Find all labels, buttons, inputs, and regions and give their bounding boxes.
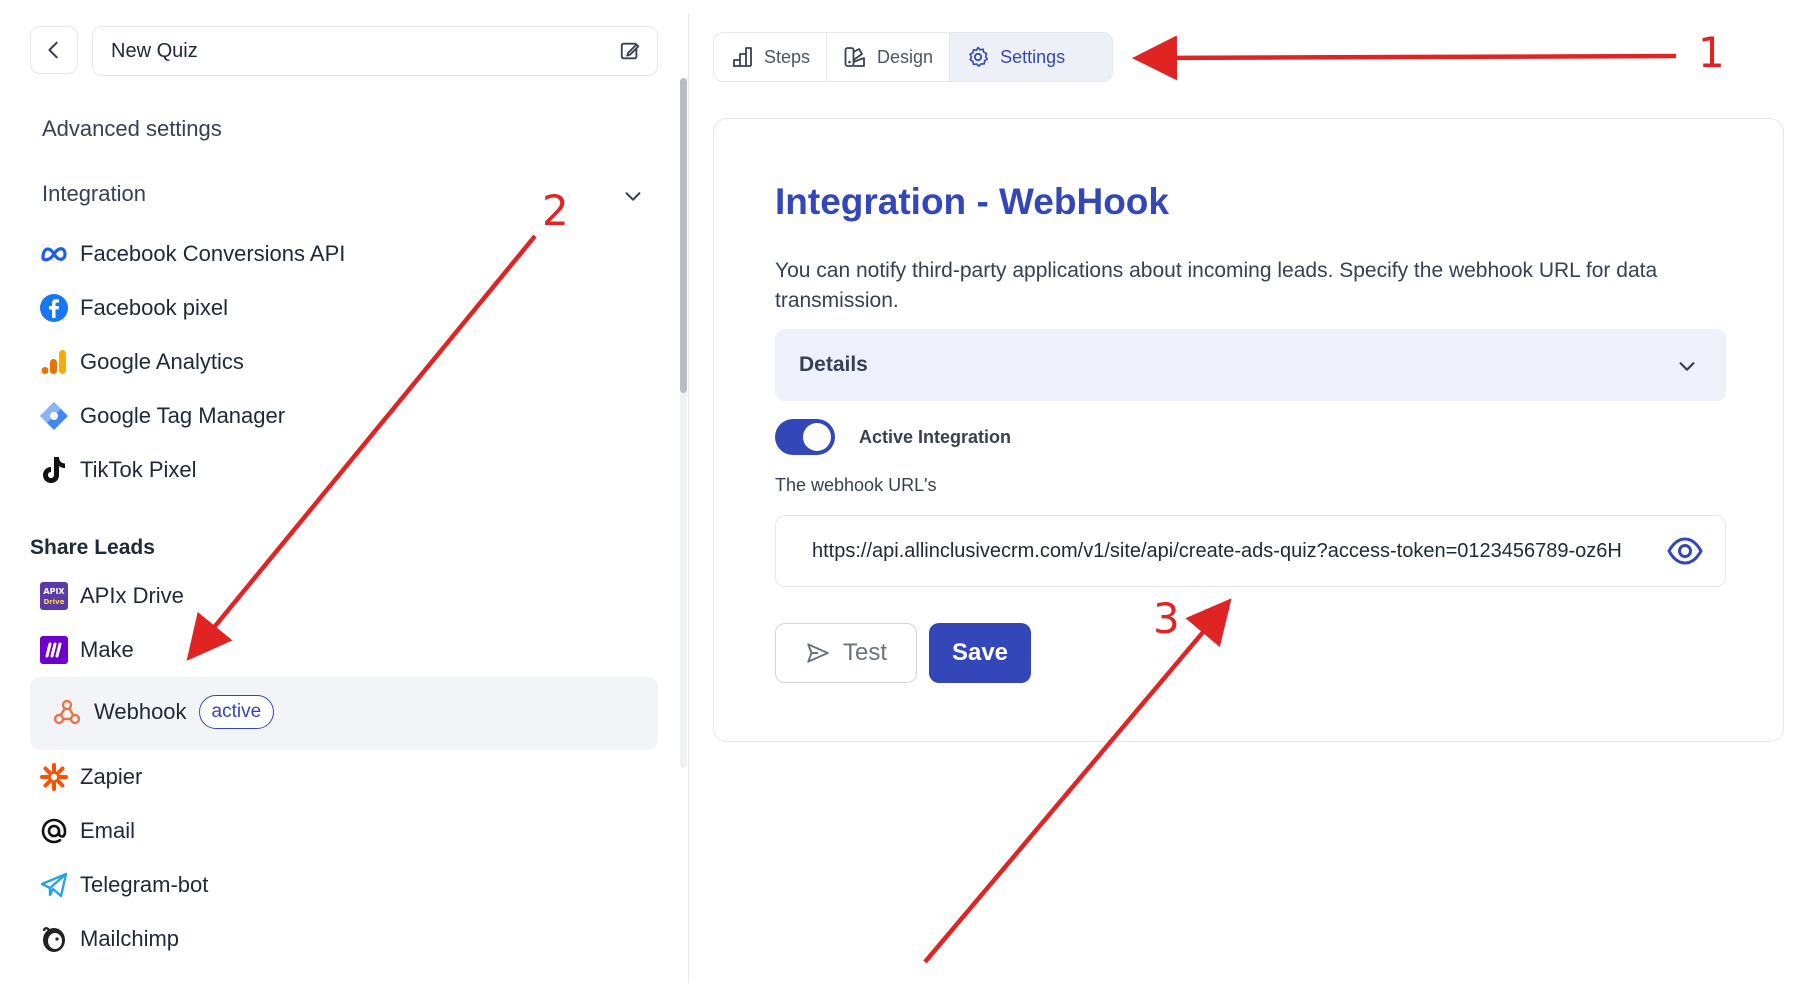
annotation-number-1: 1 — [1698, 28, 1725, 77]
page-title: Integration - WebHook — [775, 181, 1169, 222]
editor-tabs: Steps Design Settings — [713, 32, 1113, 82]
sidebar-item-label: Mailchimp — [80, 926, 180, 951]
eye-icon[interactable] — [1667, 536, 1703, 566]
sidebar-item-label: Zapier — [80, 764, 143, 789]
send-icon — [807, 643, 829, 663]
annotation-number-3: 3 — [1153, 594, 1180, 643]
sidebar-item-label: Facebook Conversions API — [80, 241, 346, 266]
tab-label: Steps — [764, 46, 811, 67]
page-description: You can notify third-party applications … — [775, 259, 1658, 312]
quiz-name-text: New Quiz — [111, 39, 198, 62]
chevron-left-icon — [48, 41, 58, 59]
google-analytics-icon — [38, 346, 70, 378]
sidebar-item-label: TikTok Pixel — [80, 457, 197, 482]
sidebar-item-mailchimp[interactable]: Mailchimp — [38, 919, 179, 959]
save-button[interactable]: Save — [929, 623, 1031, 683]
test-button[interactable]: Test — [775, 623, 917, 683]
sidebar-item-telegram-bot[interactable]: Telegram-bot — [38, 865, 208, 905]
sidebar-item-webhook[interactable]: Webhook active — [30, 677, 658, 750]
advanced-settings-title: Advanced settings — [42, 116, 222, 141]
webhook-settings-card: Integration - WebHook You can notify thi… — [713, 118, 1784, 742]
chevron-down-icon — [1679, 362, 1695, 371]
active-integration-toggle[interactable] — [775, 419, 835, 455]
palette-icon — [844, 47, 865, 67]
sidebar-item-zapier[interactable]: Zapier — [38, 757, 142, 797]
tiktok-icon — [38, 454, 70, 486]
mailchimp-icon — [38, 923, 70, 955]
sidebar-item-facebook-conversions-api[interactable]: Facebook Conversions API — [38, 234, 345, 274]
at-icon — [38, 815, 70, 847]
scrollbar-thumb[interactable] — [680, 78, 687, 393]
sidebar-item-label: Facebook pixel — [80, 295, 228, 320]
sidebar-item-make[interactable]: Make — [38, 630, 134, 670]
google-tag-manager-icon — [38, 400, 70, 432]
sidebar-item-label: Telegram-bot — [80, 872, 209, 897]
sidebar-item-facebook-pixel[interactable]: Facebook pixel — [38, 288, 228, 328]
sidebar-item-apix-drive[interactable]: APIX Drive APIx Drive — [38, 576, 184, 616]
tab-label: Settings — [1000, 46, 1066, 67]
tab-steps[interactable]: Steps — [714, 33, 828, 81]
sidebar-item-label: Google Analytics — [80, 349, 244, 374]
apix-drive-icon: APIX Drive — [38, 580, 70, 612]
sidebar-item-google-analytics[interactable]: Google Analytics — [38, 342, 244, 382]
active-integration-label: Active Integration — [859, 427, 1012, 447]
sidebar-item-label: Make — [80, 637, 134, 662]
sidebar-item-label: APIx Drive — [80, 583, 184, 608]
panel-divider — [688, 14, 689, 983]
sidebar-item-label: Google Tag Manager — [80, 403, 286, 428]
save-button-label: Save — [951, 639, 1009, 666]
details-label: Details — [799, 353, 868, 376]
chevron-down-icon — [625, 192, 641, 201]
telegram-icon — [38, 869, 70, 901]
annotation-arrow-1 — [1132, 35, 1677, 81]
sidebar-item-google-tag-manager[interactable]: Google Tag Manager — [38, 396, 285, 436]
share-leads-title: Share Leads — [30, 536, 155, 559]
edit-icon[interactable] — [619, 40, 641, 62]
webhook-url-value: https://api.allinclusivecrm.com/v1/site/… — [812, 540, 1622, 562]
make-icon — [38, 634, 70, 666]
steps-icon — [733, 47, 752, 67]
svg-text:APIX: APIX — [43, 587, 65, 596]
details-accordion[interactable]: Details — [775, 329, 1726, 401]
sidebar-item-tiktok-pixel[interactable]: TikTok Pixel — [38, 450, 197, 490]
quiz-name-field[interactable]: New Quiz — [92, 26, 658, 76]
test-button-label: Test — [842, 639, 887, 666]
tab-label: Design — [877, 46, 934, 67]
svg-text:Drive: Drive — [44, 598, 65, 606]
sidebar-item-email[interactable]: Email — [38, 811, 135, 851]
back-button[interactable] — [30, 26, 78, 74]
integration-section-label: Integration — [42, 181, 146, 206]
tab-settings[interactable]: Settings — [950, 33, 1112, 81]
zapier-icon — [38, 761, 70, 793]
toggle-knob — [803, 423, 831, 451]
annotation-number-2: 2 — [542, 186, 569, 235]
sidebar-item-label: Webhook — [94, 699, 187, 724]
sidebar-item-label: Email — [80, 818, 136, 843]
status-badge: active — [198, 695, 275, 729]
facebook-icon — [38, 292, 70, 324]
tab-design[interactable]: Design — [827, 33, 951, 81]
webhook-url-label: The webhook URL's — [775, 475, 937, 495]
sidebar: New Quiz Advanced settings Integration F… — [0, 0, 690, 983]
webhook-icon — [52, 697, 82, 727]
gear-icon — [969, 46, 989, 67]
webhook-url-input[interactable]: https://api.allinclusivecrm.com/v1/site/… — [775, 515, 1726, 587]
meta-icon — [38, 238, 70, 270]
